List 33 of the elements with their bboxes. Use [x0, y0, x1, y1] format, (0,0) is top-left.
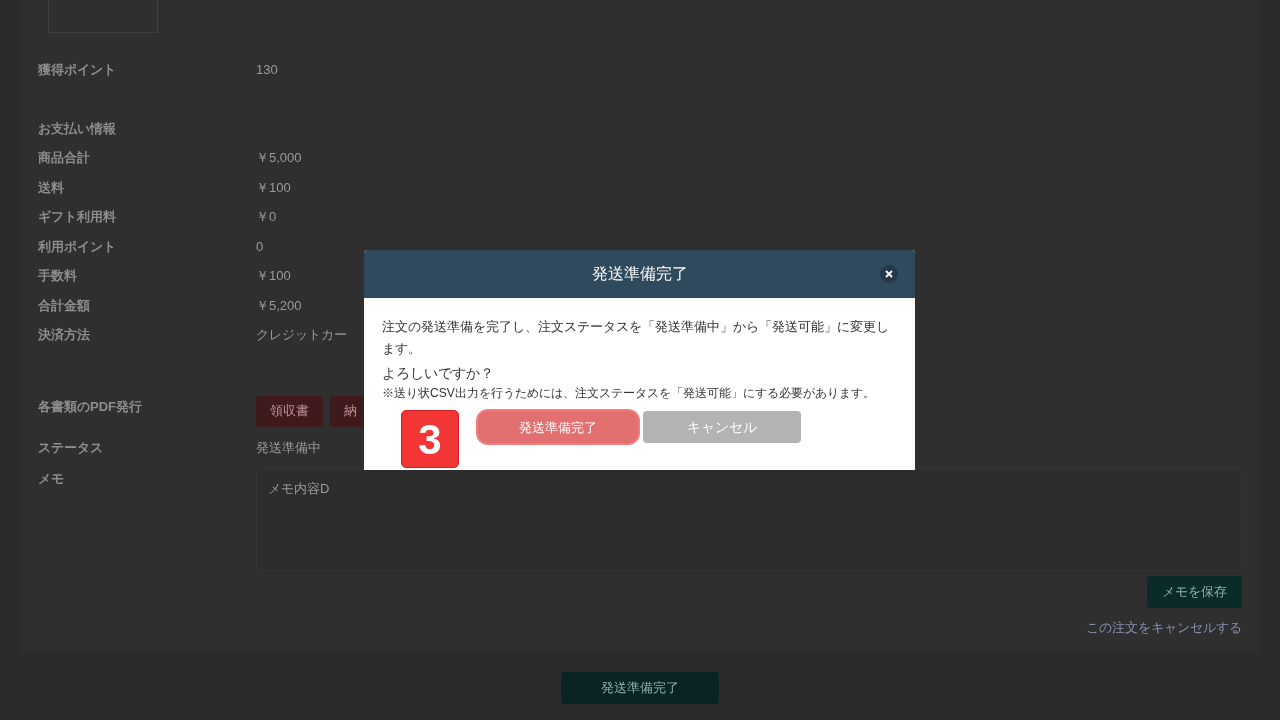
ready-to-ship-button[interactable]: 発送準備完了	[561, 671, 719, 704]
dialog-question: よろしいですか？	[382, 365, 495, 383]
field-value: ￥5,000	[256, 149, 302, 167]
save-memo-button[interactable]: メモを保存	[1147, 576, 1242, 608]
field-label: 利用ポイント	[38, 237, 117, 256]
field-value: 130	[256, 61, 278, 79]
memo-field[interactable]: メモ内容D	[256, 468, 1242, 571]
field-value: クレジットカー	[256, 326, 347, 344]
dialog-title: 発送準備完了	[591, 264, 688, 284]
field-label: 各書類のPDF発行	[38, 397, 143, 416]
field-label: 商品合計	[38, 149, 91, 167]
field-label: メモ	[38, 470, 65, 488]
pdf-button[interactable]: 領収書	[256, 395, 323, 427]
field-value: 0	[256, 237, 264, 256]
field-value: 発送準備中	[256, 438, 321, 457]
field-value: ￥100	[256, 267, 291, 285]
field-value: ￥5,200	[256, 296, 302, 315]
field-value: ￥100	[256, 178, 291, 197]
field-label: 決済方法	[38, 326, 91, 344]
field-label: お支払い情報	[38, 119, 117, 138]
cancel-order-link[interactable]: この注文をキャンセルする	[1086, 618, 1242, 638]
confirm-button[interactable]: 発送準備完了	[478, 411, 638, 444]
close-icon[interactable]	[880, 265, 898, 283]
field-value: ￥0	[256, 208, 277, 226]
field-label: ステータス	[38, 438, 104, 457]
field-label: 獲得ポイント	[38, 61, 117, 79]
dialog-note: ※送り状CSV出力を行うためには、注文ステータスを「発送可能」にする必要があります。	[382, 386, 876, 402]
field-label: ギフト利用料	[38, 208, 117, 226]
field-label: 送料	[38, 178, 65, 197]
step-badge: 3	[401, 410, 459, 468]
dialog-message: 注文の発送準備を完了し、注文ステータスを「発送準備中」から「発送可能」に変更します。	[382, 318, 890, 358]
field-label: 手数料	[38, 267, 78, 285]
field-label: 合計金額	[38, 296, 91, 315]
